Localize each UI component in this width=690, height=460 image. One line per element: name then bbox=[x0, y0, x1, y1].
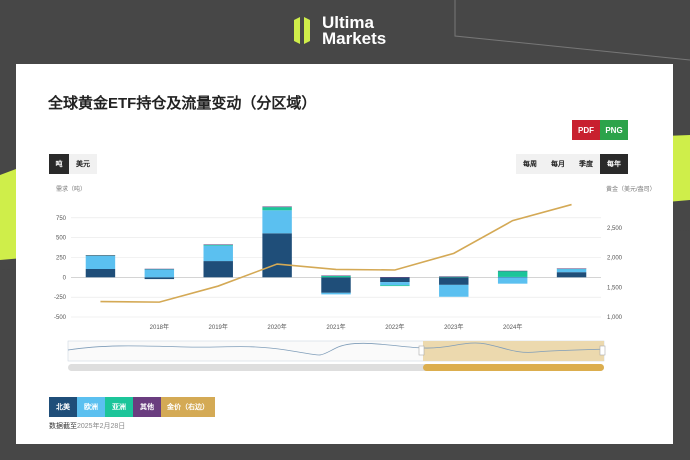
x-tick-label: 2024年 bbox=[503, 323, 522, 331]
x-tick-label: 2023年 bbox=[444, 323, 463, 331]
bar-segment bbox=[497, 270, 528, 272]
y-tick-label: 250 bbox=[56, 256, 67, 262]
navigator-handle-left bbox=[418, 345, 425, 356]
bar-segment bbox=[144, 269, 175, 278]
y2-tick-label: 1,500 bbox=[607, 285, 623, 291]
bar-segment bbox=[380, 285, 410, 287]
bar-segment bbox=[85, 255, 116, 270]
bar-segment bbox=[203, 245, 233, 262]
bar-segment bbox=[321, 275, 351, 277]
bar-segment bbox=[439, 276, 469, 277]
ultima-logo-icon bbox=[294, 17, 310, 44]
y-tick-label: 750 bbox=[56, 216, 67, 222]
bar-segment bbox=[497, 277, 528, 284]
legend-item-europe[interactable]: 欧洲 bbox=[77, 397, 105, 417]
y2-tick-label: 1,000 bbox=[607, 315, 623, 321]
y2-tick-label: 2,000 bbox=[607, 256, 623, 262]
bar-segment bbox=[380, 282, 410, 286]
y-tick-label: 500 bbox=[56, 236, 67, 242]
bar-segment bbox=[380, 277, 410, 278]
x-tick-label: 2020年 bbox=[267, 323, 286, 331]
footnote-prefix: 数据截至 bbox=[49, 423, 77, 430]
bar-segment bbox=[262, 233, 292, 278]
bar-segment bbox=[144, 268, 175, 270]
brand-line-2: Markets bbox=[322, 29, 387, 48]
y2-tick-label: 2,500 bbox=[607, 226, 623, 232]
y-tick-label: -250 bbox=[54, 295, 67, 301]
chart-plot: -500 -250 0 250 500 750 1,000 1,500 2,000 2,500 20… bbox=[54, 203, 623, 371]
y-tick-label: 0 bbox=[63, 275, 67, 281]
bar-segment bbox=[262, 207, 292, 211]
bar-segment bbox=[144, 277, 175, 280]
bar-segment bbox=[262, 206, 292, 208]
bar-segment bbox=[380, 277, 410, 283]
chart-card: 全球黄金ETF持仓及流量变动（分区域） PDF PNG 吨 美元 每周 每月 季… bbox=[16, 64, 673, 444]
navigator-handle-right bbox=[599, 345, 606, 356]
bar-segment bbox=[203, 244, 233, 245]
bar-segment bbox=[556, 268, 587, 269]
legend-item-north-america[interactable]: 北美 bbox=[49, 397, 77, 417]
legend-item-asia[interactable]: 亚洲 bbox=[105, 397, 133, 417]
footnote-date: 2025年2月28日 bbox=[77, 423, 126, 430]
legend-item-gold-price[interactable]: 金价（右边） bbox=[161, 397, 215, 417]
legend-item-other[interactable]: 其他 bbox=[133, 397, 161, 417]
x-tick-label: 2018年 bbox=[150, 323, 169, 331]
bar-segment bbox=[439, 277, 469, 285]
x-tick-label: 2019年 bbox=[209, 323, 228, 331]
bar-segment bbox=[321, 292, 351, 295]
y-tick-label: -500 bbox=[54, 315, 67, 321]
brand-logo: Ultima Markets bbox=[292, 14, 386, 48]
bar-segment bbox=[262, 210, 292, 234]
bar-segment bbox=[85, 269, 116, 278]
bar-segment bbox=[85, 255, 116, 256]
bar-segment bbox=[321, 277, 351, 293]
bar-segment bbox=[497, 270, 528, 277]
x-tick-label: 2021年 bbox=[326, 323, 345, 331]
bar-segment bbox=[203, 261, 233, 278]
bar-segment bbox=[203, 244, 233, 246]
bar-segment bbox=[556, 269, 587, 273]
data-footnote: 数据截至2025年2月28日 bbox=[49, 421, 125, 431]
bar-segment bbox=[556, 272, 587, 278]
chart-legend: 北美 欧洲 亚洲 其他 金价（右边） bbox=[49, 397, 215, 417]
x-tick-label: 2022年 bbox=[385, 323, 404, 331]
scrollbar-thumb bbox=[423, 364, 604, 371]
bar-segment bbox=[439, 284, 469, 297]
